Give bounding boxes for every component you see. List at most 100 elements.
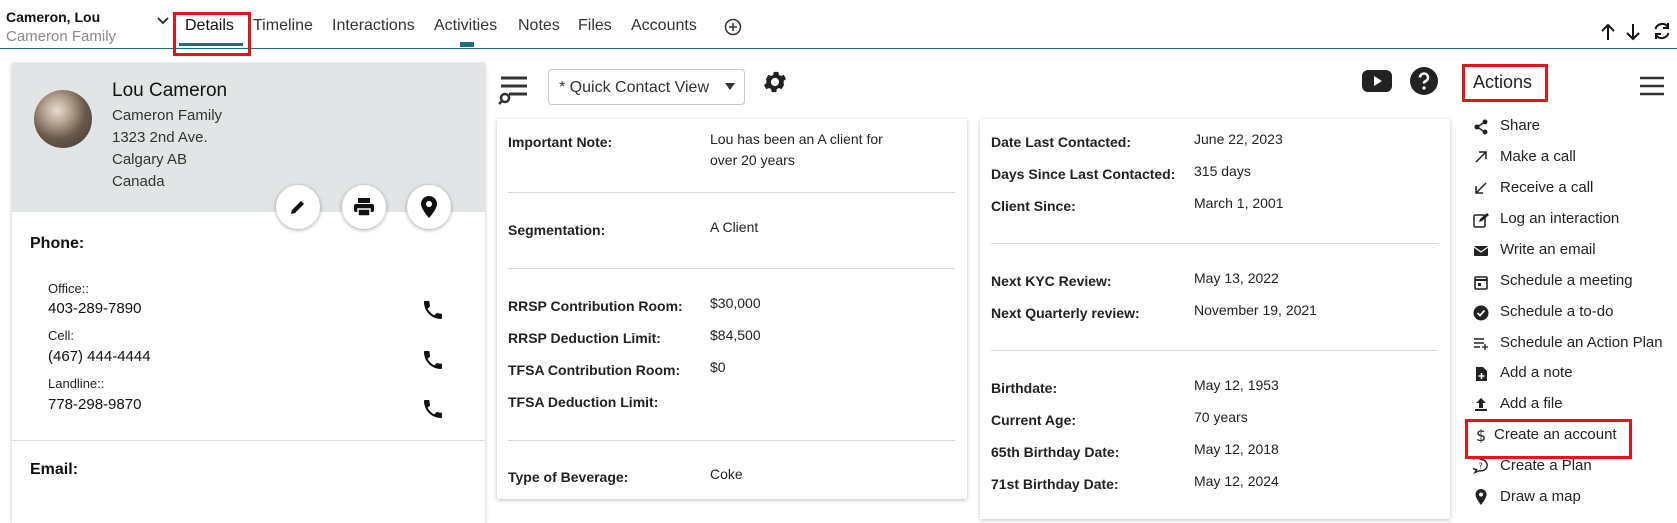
- birthdate-value: May 12, 1953: [1194, 377, 1279, 393]
- action-create-plan[interactable]: Create a Plan: [1500, 457, 1592, 474]
- beverage-value: Coke: [710, 466, 743, 482]
- avatar: [34, 90, 92, 148]
- important-note-value-line1: Lou has been an A client for: [710, 131, 883, 147]
- birthday-71-value: May 12, 2024: [1194, 473, 1279, 489]
- action-add-note[interactable]: Add a note: [1500, 364, 1573, 381]
- action-schedule-todo[interactable]: Schedule a to-do: [1500, 303, 1613, 320]
- current-age-label: Current Age:: [991, 412, 1077, 428]
- kyc-review-label: Next KYC Review:: [991, 273, 1112, 289]
- outgoing-call-icon: [1475, 151, 1487, 163]
- check-circle-icon: [1473, 305, 1489, 321]
- client-since-label: Client Since:: [991, 198, 1076, 214]
- divider: [991, 243, 1438, 244]
- contact-household: Cameron Family: [6, 28, 117, 45]
- dropdown-arrow-icon: [725, 83, 735, 90]
- birthday-65-label: 65th Birthday Date:: [991, 444, 1120, 460]
- top-nav-bar: Cameron, Lou Cameron Family Details Time…: [0, 0, 1677, 56]
- calendar-icon: [1474, 276, 1488, 290]
- days-since-label: Days Since Last Contacted:: [991, 166, 1176, 182]
- edit-icon: [291, 199, 306, 214]
- rrsp-room-value: $30,000: [710, 295, 761, 311]
- help-icon[interactable]: [1410, 67, 1438, 95]
- menu-icon[interactable]: [1640, 76, 1664, 96]
- phone-landline-value: 778-298-9870: [48, 396, 142, 413]
- rrsp-deduction-value: $84,500: [710, 327, 761, 343]
- contact-name: Cameron, Lou: [6, 9, 101, 25]
- phone-cell-label: Cell:: [48, 328, 75, 343]
- upload-icon: [1475, 398, 1487, 411]
- note-add-icon: [1476, 367, 1487, 381]
- playlist-icon: [1474, 338, 1488, 350]
- log-interaction-icon: [1473, 213, 1489, 228]
- phone-icon[interactable]: [421, 298, 445, 322]
- action-schedule-action-plan[interactable]: Schedule an Action Plan: [1500, 334, 1663, 351]
- location-icon: [1475, 489, 1487, 505]
- action-add-file[interactable]: Add a file: [1500, 395, 1563, 412]
- chevron-down-icon[interactable]: [156, 14, 170, 28]
- tab-accounts[interactable]: Accounts: [631, 17, 697, 35]
- email-icon: [1473, 246, 1489, 256]
- phone-office-value: 403-289-7890: [48, 300, 142, 317]
- current-age-value: 70 years: [1194, 409, 1248, 425]
- phone-section-title: Phone:: [30, 235, 85, 252]
- profile-address1: 1323 2nd Ave.: [112, 129, 208, 146]
- phone-icon[interactable]: [421, 348, 445, 372]
- last-contacted-label: Date Last Contacted:: [991, 134, 1132, 150]
- tab-interactions[interactable]: Interactions: [332, 17, 415, 35]
- action-share[interactable]: Share: [1500, 117, 1540, 134]
- view-select[interactable]: * Quick Contact View: [548, 69, 745, 105]
- gear-icon[interactable]: [761, 68, 789, 96]
- map-location-button[interactable]: [407, 185, 451, 229]
- phone-office-label: Office::: [48, 281, 89, 296]
- phone-landline-label: Landline::: [48, 376, 105, 391]
- phone-cell-value: (467) 444-4444: [48, 348, 151, 365]
- action-log-interaction[interactable]: Log an interaction: [1500, 210, 1619, 227]
- divider: [508, 440, 955, 441]
- quarterly-review-label: Next Quarterly review:: [991, 305, 1140, 321]
- divider: [508, 268, 955, 269]
- action-write-email[interactable]: Write an email: [1500, 241, 1596, 258]
- action-make-call[interactable]: Make a call: [1500, 148, 1576, 165]
- action-schedule-meeting[interactable]: Schedule a meeting: [1500, 272, 1633, 289]
- arrow-down-icon[interactable]: [1625, 22, 1641, 42]
- share-icon: [1474, 119, 1488, 135]
- profile-address2: Calgary AB: [112, 151, 188, 168]
- details-highlight-box: [173, 12, 251, 56]
- tab-activities[interactable]: Activities: [434, 17, 497, 35]
- create-account-highlight-box: [1465, 419, 1632, 459]
- divider: [991, 350, 1438, 351]
- tab-notes[interactable]: Notes: [518, 17, 560, 35]
- tab-activities-indicator: [460, 42, 474, 47]
- location-icon: [421, 196, 437, 218]
- segmentation-value: A Client: [710, 219, 759, 235]
- rrsp-room-label: RRSP Contribution Room:: [508, 298, 683, 314]
- contact-card: Lou Cameron Cameron Family 1323 2nd Ave.…: [12, 63, 485, 523]
- divider: [12, 440, 485, 441]
- fields-card-right: Date Last Contacted: June 22, 2023 Days …: [980, 119, 1450, 519]
- tfsa-room-label: TFSA Contribution Room:: [508, 362, 681, 378]
- tab-files[interactable]: Files: [578, 17, 612, 35]
- add-circle-icon[interactable]: [724, 18, 742, 36]
- important-note-label: Important Note:: [508, 134, 613, 150]
- last-contacted-value: June 22, 2023: [1194, 131, 1283, 147]
- svg-text:?: ?: [1479, 462, 1483, 471]
- action-receive-call[interactable]: Receive a call: [1500, 179, 1593, 196]
- segmentation-label: Segmentation:: [508, 222, 606, 238]
- birthday-71-label: 71st Birthday Date:: [991, 476, 1119, 492]
- print-button[interactable]: [342, 185, 386, 229]
- email-section-title: Email:: [30, 461, 79, 478]
- tab-timeline[interactable]: Timeline: [253, 17, 313, 35]
- refresh-icon[interactable]: [1652, 21, 1672, 41]
- important-note-value-line2: over 20 years: [710, 152, 795, 168]
- view-select-value: * Quick Contact View: [559, 79, 709, 96]
- arrow-up-icon[interactable]: [1600, 22, 1616, 42]
- phone-icon[interactable]: [421, 397, 445, 421]
- edit-button[interactable]: [276, 185, 320, 229]
- client-since-value: March 1, 2001: [1194, 195, 1284, 211]
- filter-search-icon[interactable]: [497, 74, 531, 106]
- youtube-icon[interactable]: [1362, 70, 1392, 92]
- quarterly-review-value: November 19, 2021: [1194, 302, 1317, 318]
- days-since-value: 315 days: [1194, 163, 1251, 179]
- fields-card-left: Important Note: Lou has been an A client…: [497, 119, 967, 499]
- action-draw-map[interactable]: Draw a map: [1500, 488, 1581, 505]
